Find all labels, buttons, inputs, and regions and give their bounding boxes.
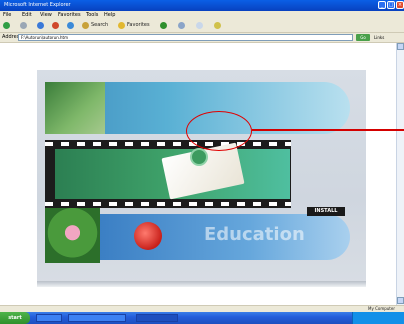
go-button[interactable]: Go (356, 34, 370, 41)
status-bar: My Computer (0, 305, 404, 312)
address-input[interactable]: F:\Autorun\autorun.htm (18, 34, 353, 41)
favorites-label[interactable]: Favorites (127, 22, 150, 29)
home-icon[interactable] (67, 22, 74, 29)
folder-icon[interactable] (214, 22, 221, 29)
refresh-icon[interactable] (37, 22, 44, 29)
search-label[interactable]: Search (91, 22, 108, 29)
system-tray (352, 312, 404, 324)
campus-photo (45, 82, 105, 134)
back-icon[interactable] (3, 22, 10, 29)
mail-icon[interactable] (178, 22, 185, 29)
taskbar-item-1[interactable] (36, 314, 62, 322)
film-perforations-top (45, 142, 291, 146)
forward-icon[interactable] (20, 22, 27, 29)
highlight-ellipse (186, 111, 252, 151)
menu-help[interactable]: Help (104, 11, 115, 19)
taskbar: start (0, 312, 404, 324)
flower-image (45, 208, 100, 263)
favorites-icon[interactable] (118, 22, 125, 29)
film-perforations-bottom (45, 202, 291, 206)
print-icon[interactable] (196, 22, 203, 29)
panel-shadow (37, 281, 366, 287)
start-button[interactable]: start (0, 312, 30, 324)
window-title-bar[interactable]: Microsoft Internet Explorer _ □ × (0, 0, 404, 11)
scroll-up-arrow[interactable] (397, 43, 404, 50)
school-emblem-icon (190, 148, 208, 166)
education-watermark: Education (204, 224, 305, 245)
menu-file[interactable]: File (3, 11, 11, 19)
publisher-logo-icon (134, 222, 162, 250)
menu-view[interactable]: View (40, 11, 52, 19)
taskbar-item-3[interactable] (136, 314, 178, 322)
toolbar: Search Favorites (0, 19, 404, 33)
history-icon[interactable] (160, 22, 167, 29)
scroll-down-arrow[interactable] (397, 297, 404, 304)
address-bar: Address F:\Autorun\autorun.htm Go Links (0, 33, 404, 43)
install-button[interactable]: INSTALL (307, 207, 345, 216)
menu-edit[interactable]: Edit (22, 11, 32, 19)
menu-favorites[interactable]: Favorites (58, 11, 81, 19)
minimize-button[interactable]: _ (378, 1, 386, 9)
window-title: Microsoft Internet Explorer (4, 2, 71, 8)
menu-tools[interactable]: Tools (86, 11, 98, 19)
vertical-scrollbar[interactable] (396, 43, 404, 305)
maximize-button[interactable]: □ (387, 1, 395, 9)
links-button[interactable]: Links (374, 34, 384, 41)
taskbar-item-2[interactable] (68, 314, 126, 322)
close-button[interactable]: × (396, 1, 404, 9)
annotation-pointer-line (252, 129, 404, 131)
stop-icon[interactable] (52, 22, 59, 29)
search-icon[interactable] (82, 22, 89, 29)
